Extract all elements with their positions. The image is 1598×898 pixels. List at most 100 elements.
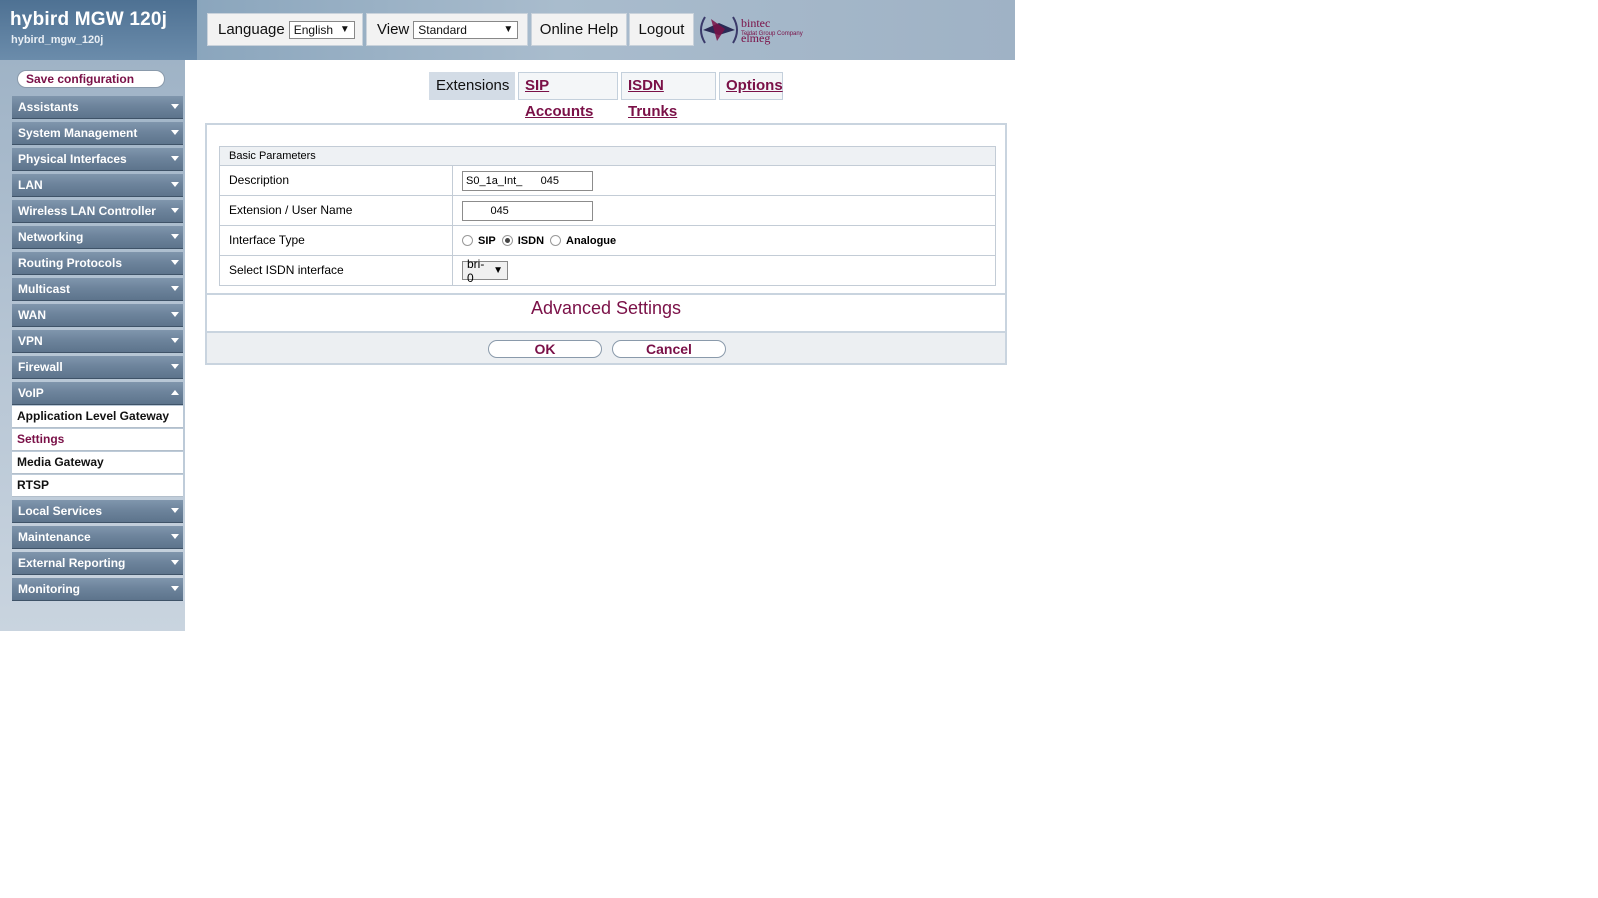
sidebar-item-local-services[interactable]: Local Services [12,500,183,523]
form-row-description: Description [220,166,995,196]
section-title: Basic Parameters [220,147,995,166]
chevron-down-icon [171,508,179,513]
isdn-interface-label: Select ISDN interface [220,256,453,285]
sidebar-item-voip[interactable]: VoIP [12,382,183,405]
radio-analogue-label: Analogue [566,234,617,247]
form-button-bar: OK Cancel [207,333,1005,363]
sidebar-item-label: External Reporting [18,556,126,570]
chevron-down-icon [171,104,179,109]
sidebar-item-lan[interactable]: LAN [12,174,183,197]
chevron-down-icon [171,586,179,591]
radio-button-selected-icon [501,235,513,246]
sidebar-item-assistants[interactable]: Assistants [12,96,183,119]
online-help-button[interactable]: Online Help [531,13,627,46]
header-bar: hybird MGW 120j hybird_mgw_120j Language… [0,0,1015,60]
logout-label: Logout [638,21,685,38]
chevron-down-icon: ▼ [503,24,514,35]
sidebar-item-wan[interactable]: WAN [12,304,183,327]
extension-label: Extension / User Name [220,196,453,225]
description-input[interactable] [462,170,593,191]
sidebar-subitem-settings[interactable]: Settings [12,429,183,451]
view-label: View [377,21,410,38]
sidebar-item-label: Routing Protocols [18,256,122,270]
chevron-down-icon: ▼ [493,265,503,276]
form-row-extension: Extension / User Name [220,196,995,226]
sidebar-item-label: Maintenance [18,530,91,544]
sidebar-subitem-rtsp[interactable]: RTSP [12,475,183,497]
sidebar-item-label: Wireless LAN Controller [18,204,156,218]
sidebar-item-multicast[interactable]: Multicast [12,278,183,301]
sidebar-item-physical-interfaces[interactable]: Physical Interfaces [12,148,183,171]
sidebar: Save configuration Assistants System Man… [0,60,185,631]
form-row-interface-type: Interface Type SIP ISDN Analogue [220,226,995,256]
chevron-down-icon [171,534,179,539]
language-label: Language [218,21,285,38]
chevron-down-icon: ▼ [339,24,350,35]
sidebar-item-label: VPN [18,334,43,348]
device-name: hybird MGW 120j [10,9,168,30]
form-row-isdn-interface: Select ISDN interface bri-0 ▼ [220,256,995,285]
radio-isdn-label: ISDN [517,234,545,247]
logo-sub-text: Teldat Group Company [741,31,803,37]
sidebar-item-firewall[interactable]: Firewall [12,356,183,379]
sidebar-subitem-application-level-gateway[interactable]: Application Level Gateway [12,406,183,428]
ok-button[interactable]: OK [488,340,602,358]
chevron-down-icon [171,364,179,369]
extension-form-panel: Basic Parameters Description Extension /… [205,123,1007,365]
sidebar-item-label: VoIP [18,386,44,400]
sidebar-item-label: Physical Interfaces [18,152,127,166]
chevron-down-icon [171,312,179,317]
sidebar-item-label: LAN [18,178,43,192]
chevron-down-icon [171,260,179,265]
sidebar-item-label: Assistants [18,100,79,114]
tab-isdn-trunks[interactable]: ISDN Trunks [621,72,716,120]
sidebar-subitem-media-gateway[interactable]: Media Gateway [12,452,183,474]
language-select-value: English [293,22,334,37]
sidebar-item-monitoring[interactable]: Monitoring [12,578,183,601]
extension-input[interactable] [462,200,593,221]
tab-sip-accounts[interactable]: SIP Accounts [518,72,618,120]
view-select[interactable]: Standard ▼ [413,20,519,39]
language-box: Language English ▼ [207,13,363,46]
interface-type-label: Interface Type [220,226,453,255]
sidebar-item-label: Multicast [18,282,71,296]
description-label: Description [220,166,453,195]
sidebar-item-label: System Management [18,126,138,140]
sidebar-item-label: Firewall [18,360,63,374]
chevron-down-icon [171,130,179,135]
chevron-down-icon [171,234,179,239]
cancel-button[interactable]: Cancel [612,340,726,358]
sidebar-item-vpn[interactable]: VPN [12,330,183,353]
chevron-down-icon [171,208,179,213]
sidebar-item-label: Networking [18,230,84,244]
sidebar-item-maintenance[interactable]: Maintenance [12,526,183,549]
radio-button-icon [462,235,473,246]
sidebar-item-external-reporting[interactable]: External Reporting [12,552,183,575]
basic-parameters-section: Basic Parameters Description Extension /… [219,146,996,286]
language-select[interactable]: English ▼ [288,20,355,39]
sidebar-item-routing-protocols[interactable]: Routing Protocols [12,252,183,275]
chevron-up-icon [171,390,179,395]
radio-sip-label: SIP [478,234,496,247]
sidebar-item-wireless-lan-controller[interactable]: Wireless LAN Controller [12,200,183,223]
sidebar-item-label: Monitoring [18,582,80,596]
tab-options[interactable]: Options [719,72,783,100]
advanced-settings-toggle[interactable]: Advanced Settings [207,293,1005,333]
save-configuration-button[interactable]: Save configuration [17,70,165,88]
bintec-elmeg-logo: bintec elmeg Teldat Group Company [697,13,803,47]
online-help-label: Online Help [539,21,619,38]
device-title-block: hybird MGW 120j hybird_mgw_120j [0,0,197,60]
radio-analogue[interactable]: Analogue [550,235,616,247]
tab-extensions[interactable]: Extensions [429,72,515,100]
sidebar-item-system-management[interactable]: System Management [12,122,183,145]
logout-button[interactable]: Logout [629,13,694,46]
sidebar-item-networking[interactable]: Networking [12,226,183,249]
chevron-down-icon [171,182,179,187]
chevron-down-icon [171,286,179,291]
radio-isdn[interactable]: ISDN [501,234,545,247]
isdn-interface-value: bri-0 [467,256,485,285]
isdn-interface-select[interactable]: bri-0 ▼ [462,257,508,285]
radio-button-icon [550,235,562,246]
chevron-down-icon [171,156,179,161]
radio-sip[interactable]: SIP [462,235,496,247]
